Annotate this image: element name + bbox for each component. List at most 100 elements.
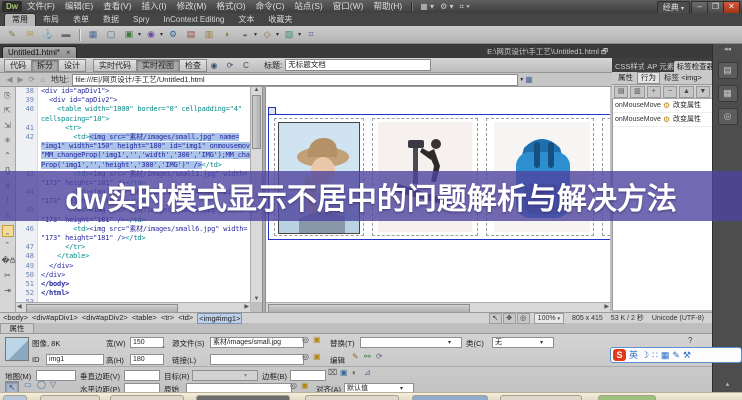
taskbar-button[interactable]: [196, 395, 290, 400]
head-icon-arrow[interactable]: ▾: [254, 31, 257, 38]
media-icon[interactable]: ◉: [144, 28, 158, 41]
design-horizontal-scrollbar[interactable]: ▶: [266, 302, 610, 312]
address-field[interactable]: file:///E|/网页设计/手工艺/Untitled1.html: [72, 74, 518, 86]
preview-check-icon[interactable]: ◉: [208, 60, 220, 71]
menu-item-8[interactable]: 窗口(W): [328, 0, 369, 13]
script-icon-arrow[interactable]: ▾: [276, 31, 279, 38]
add-behavior-button[interactable]: +: [647, 86, 661, 98]
align-dropdown-arrow[interactable]: ▾: [400, 385, 403, 392]
open-documents-icon[interactable]: ⎘: [2, 90, 14, 102]
script-icon[interactable]: ◇: [260, 28, 274, 41]
subtab-0[interactable]: 属性: [614, 72, 637, 84]
show-all-events-button[interactable]: ▥: [630, 86, 644, 98]
tag-crumb-2[interactable]: <div#apDiv2>: [82, 313, 128, 324]
live-button-0[interactable]: 实时代码: [93, 59, 137, 72]
subtab-1[interactable]: 行为: [637, 72, 660, 84]
back-icon[interactable]: ◀: [4, 74, 15, 85]
help-icon[interactable]: ?: [688, 336, 692, 345]
class-dropdown-arrow[interactable]: ▾: [540, 339, 543, 346]
edit-optimize-icon[interactable]: ⚯: [364, 352, 371, 362]
oval-hotspot-tool[interactable]: ◯: [37, 380, 46, 390]
taskbar-button[interactable]: [412, 395, 488, 400]
template-icon-arrow[interactable]: ▾: [298, 31, 301, 38]
menu-item-6[interactable]: 命令(C): [251, 0, 290, 13]
zoom-level-select[interactable]: 100% ▾: [534, 313, 564, 324]
remove-behavior-button[interactable]: −: [663, 86, 677, 98]
view-button-代码[interactable]: 代码: [4, 59, 32, 72]
hand-tool-icon[interactable]: ✥: [503, 313, 516, 324]
tag-crumb-5[interactable]: <td>: [178, 313, 193, 324]
sharpen-icon[interactable]: ⊿: [364, 368, 371, 378]
document-path-tab[interactable]: E:\网页设计\手工艺\Untitled1.html 🗗: [487, 46, 608, 58]
panel-tab-0[interactable]: CSS样式: [612, 61, 644, 72]
tag-crumb-3[interactable]: <table>: [132, 313, 157, 324]
original-browse-folder-icon[interactable]: ▣: [301, 381, 309, 391]
original-point-to-file-icon[interactable]: ◎: [290, 381, 297, 391]
view-button-拆分[interactable]: 拆分: [31, 59, 59, 72]
brightness-icon[interactable]: ◐: [352, 368, 357, 378]
id-field[interactable]: img1: [46, 354, 104, 365]
refresh-icon[interactable]: ⟳: [26, 74, 37, 85]
insert-tab-3[interactable]: 数据: [96, 14, 126, 26]
collapse-selection-icon[interactable]: ⇲: [2, 120, 14, 132]
edit-reset-icon[interactable]: ⟳: [376, 352, 383, 362]
link-field[interactable]: [210, 354, 304, 365]
recent-snippets-icon[interactable]: ✂: [2, 270, 14, 282]
taskbar-button[interactable]: [598, 395, 656, 400]
alt-dropdown-arrow[interactable]: ▾: [448, 339, 451, 346]
address-grid-icon[interactable]: ▦: [525, 75, 533, 84]
point-to-file-icon[interactable]: ◎: [302, 335, 309, 345]
properties-collapse-icon[interactable]: ▴: [713, 380, 742, 388]
insert-tab-1[interactable]: 布局: [36, 14, 66, 26]
menu-item-0[interactable]: 文件(F): [22, 0, 60, 13]
image-icon-arrow[interactable]: ▾: [138, 31, 141, 38]
insert-tab-6[interactable]: 文本: [231, 14, 261, 26]
date-icon[interactable]: ▤: [184, 28, 198, 41]
tag-crumb-1[interactable]: <div#apDiv1>: [32, 313, 78, 324]
taskbar-button[interactable]: [500, 395, 582, 400]
alt-select[interactable]: [360, 337, 462, 348]
comment-icon[interactable]: ◗: [220, 28, 234, 41]
template-icon[interactable]: ▧: [282, 28, 296, 41]
browse-folder-icon[interactable]: ▣: [313, 335, 321, 345]
width-field[interactable]: 150: [130, 337, 164, 348]
link-browse-folder-icon[interactable]: ▣: [313, 352, 321, 362]
src-field[interactable]: 素材/images/small.jpg: [210, 337, 304, 348]
extend-gear-icon[interactable]: ⚙ ▾: [437, 2, 456, 11]
panel-tab-2[interactable]: 标签检查器: [674, 61, 712, 72]
horizontal-rule-icon[interactable]: ▬: [59, 28, 73, 41]
insert-tab-4[interactable]: Spry: [126, 14, 156, 26]
assets-panel-icon[interactable]: ▦: [718, 85, 738, 102]
wrap-tag-icon[interactable]: �ది: [2, 255, 14, 267]
menu-item-3[interactable]: 插入(I): [137, 0, 172, 13]
select-tool-icon[interactable]: ↖: [489, 313, 502, 324]
site-files-icon[interactable]: ⌗ ▾: [456, 2, 472, 12]
tag-crumb-6[interactable]: <img#img1>: [197, 313, 242, 324]
window-size-value[interactable]: 805 x 415: [572, 315, 603, 322]
email-link-icon[interactable]: ✉: [23, 28, 37, 41]
document-title-field[interactable]: 无标题文档: [285, 59, 431, 71]
menu-item-9[interactable]: 帮助(H): [368, 0, 407, 13]
poly-hotspot-tool[interactable]: ▽: [50, 380, 56, 390]
view-options-icon[interactable]: C: [240, 60, 252, 71]
ime-toolbox-icon[interactable]: ⚒: [683, 348, 691, 362]
tag-crumb-4[interactable]: <tr>: [161, 313, 174, 324]
hyperlink-icon[interactable]: ✎: [5, 28, 19, 41]
table-icon[interactable]: ▦: [86, 28, 100, 41]
collapse-full-tag-icon[interactable]: ⇱: [2, 105, 14, 117]
properties-tab[interactable]: 属性: [0, 323, 34, 333]
constrain-icon[interactable]: °: [162, 345, 165, 355]
menu-item-2[interactable]: 查看(V): [98, 0, 136, 13]
tag-crumb-0[interactable]: <body>: [3, 313, 28, 324]
border-field[interactable]: [290, 370, 326, 381]
live-button-2[interactable]: 检查: [179, 59, 207, 72]
media-icon-arrow[interactable]: ▾: [160, 31, 163, 38]
code-horizontal-scrollbar[interactable]: ◀ ▶: [16, 302, 250, 312]
height-field[interactable]: 180: [130, 354, 164, 365]
live-button-1[interactable]: 实时视图: [136, 59, 180, 72]
class-select[interactable]: 无: [492, 337, 554, 348]
view-button-设计[interactable]: 设计: [58, 59, 86, 72]
taskbar-button[interactable]: [110, 395, 184, 400]
show-set-events-button[interactable]: ▤: [614, 86, 628, 98]
move-up-button[interactable]: ▲: [679, 86, 693, 98]
